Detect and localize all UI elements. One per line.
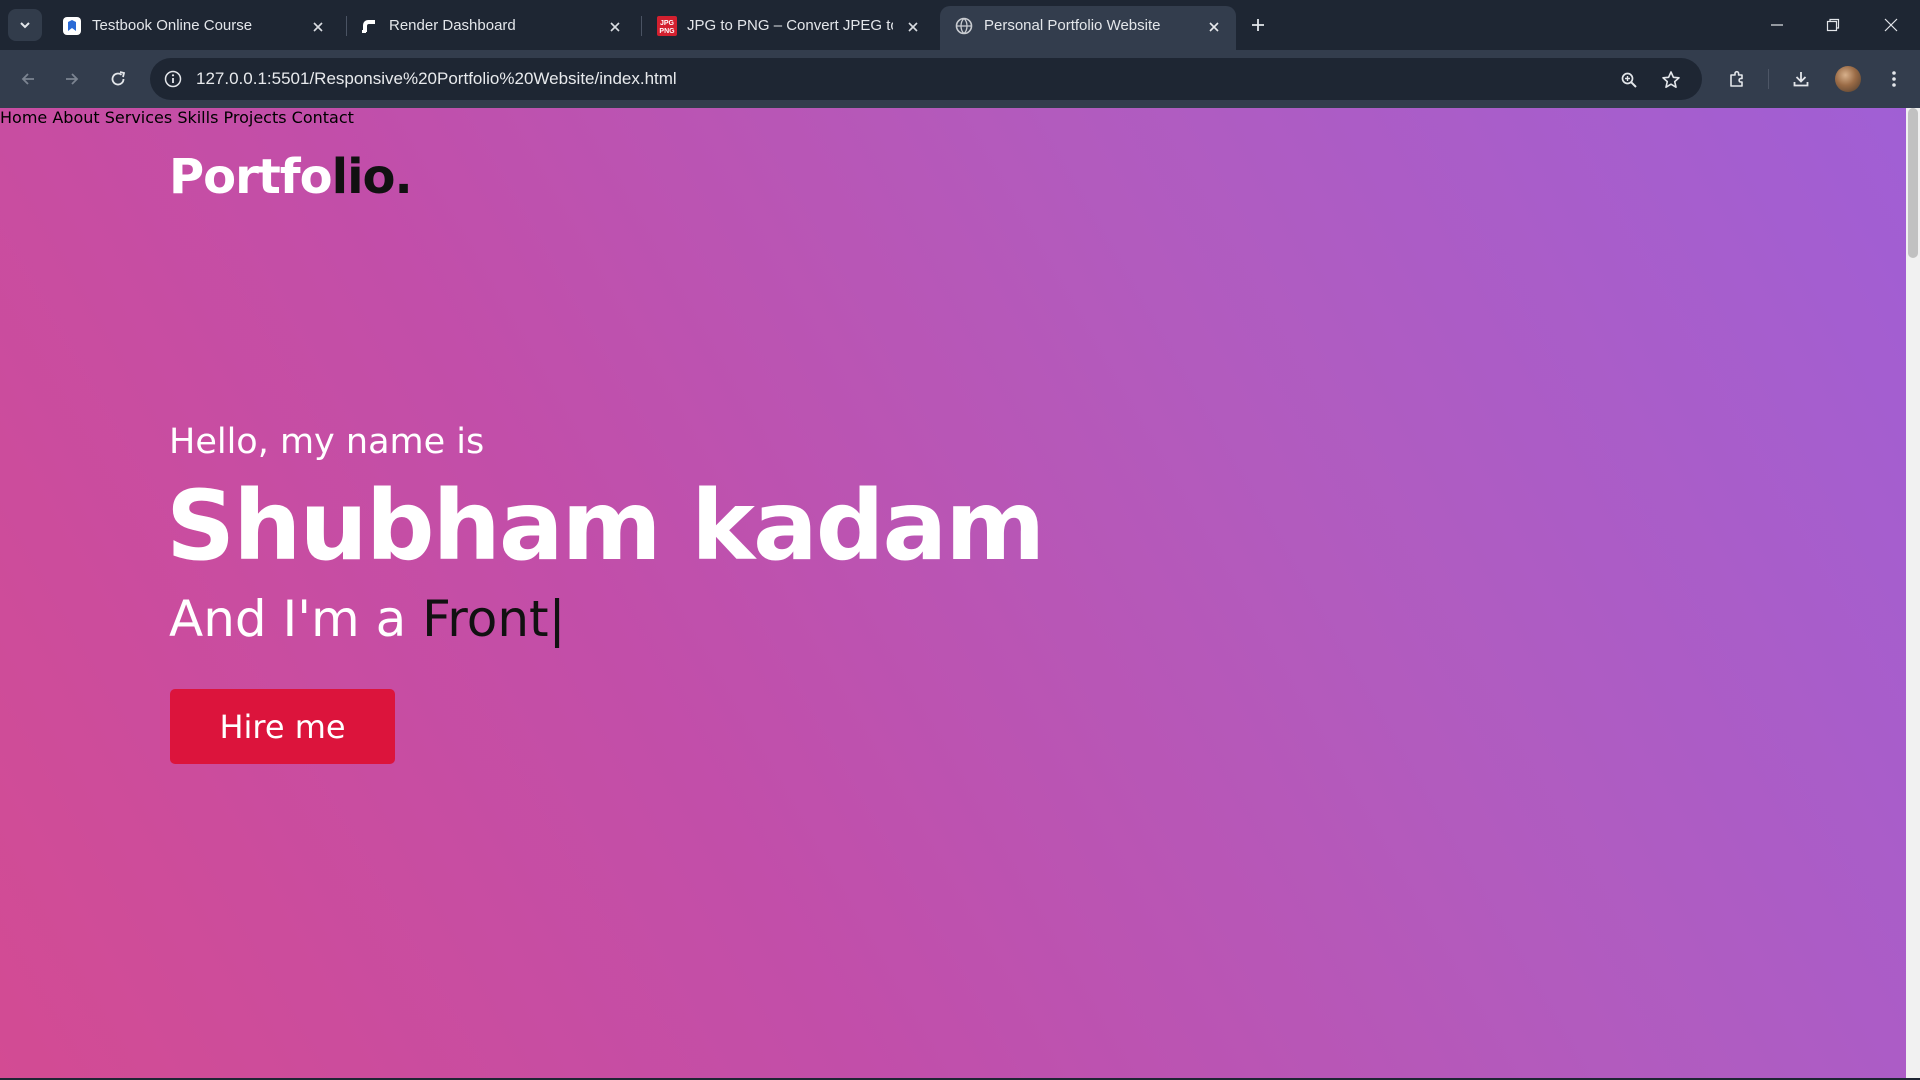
plus-icon (1252, 19, 1264, 31)
close-icon[interactable] (605, 17, 625, 37)
zoom-icon[interactable] (1616, 67, 1642, 93)
puzzle-icon (1730, 70, 1743, 87)
toolbar-divider (1768, 69, 1769, 89)
restore-button[interactable] (1818, 10, 1848, 40)
arrow-left-icon (21, 73, 34, 85)
hero-greeting: Hello, my name is (169, 422, 485, 462)
svg-text:PNG: PNG (659, 28, 675, 35)
reload-icon (111, 71, 126, 86)
back-button[interactable] (13, 64, 43, 94)
main-nav: Home About Services Skills Projects Cont… (0, 108, 1920, 127)
logo-light-text: Portfo (169, 149, 333, 205)
hero-name: Shubham kadam (166, 470, 1045, 582)
downloads-button[interactable] (1786, 64, 1816, 94)
arrow-right-icon (66, 73, 79, 85)
forward-button[interactable] (57, 64, 87, 94)
menu-button[interactable] (1879, 64, 1909, 94)
logo-dark-text: lio. (331, 149, 413, 205)
bookmark-star-icon[interactable] (1658, 67, 1684, 93)
minimize-icon (1771, 24, 1783, 26)
page-viewport: Portfolio. Home About Services Skills Pr… (0, 108, 1920, 1078)
address-bar[interactable]: 127.0.0.1:5501/Responsive%20Portfolio%20… (150, 58, 1702, 100)
tab-render[interactable]: Render Dashboard (345, 6, 637, 50)
hire-me-button[interactable]: Hire me (170, 689, 395, 764)
nav-services[interactable]: Services (105, 108, 172, 127)
site-info-icon[interactable] (162, 68, 184, 90)
browser-toolbar: 127.0.0.1:5501/Responsive%20Portfolio%20… (0, 50, 1920, 108)
role-typed-text: Front (422, 590, 549, 648)
tab-title: JPG to PNG – Convert JPEG to PNG (687, 17, 893, 34)
close-window-button[interactable] (1876, 10, 1906, 40)
tab-search-button[interactable] (8, 9, 42, 41)
extensions-button[interactable] (1722, 64, 1752, 94)
download-icon (1793, 72, 1809, 87)
reload-button[interactable] (103, 64, 133, 94)
globe-icon (954, 16, 974, 36)
url-text: 127.0.0.1:5501/Responsive%20Portfolio%20… (196, 69, 677, 88)
role-prefix: And I'm a (169, 590, 423, 648)
close-icon[interactable] (1204, 17, 1224, 37)
typing-cursor: | (548, 590, 566, 648)
tab-testbook[interactable]: Testbook Online Course (48, 6, 340, 50)
testbook-favicon-icon (62, 16, 82, 36)
tab-title: Personal Portfolio Website (984, 17, 1161, 34)
tab-strip: Testbook Online Course Render Dashboard … (0, 0, 1920, 50)
minimize-button[interactable] (1762, 10, 1792, 40)
tab-title: Render Dashboard (389, 17, 516, 34)
tab-jpg-to-png[interactable]: JPGPNG JPG to PNG – Convert JPEG to PNG (643, 6, 935, 50)
nav-skills[interactable]: Skills (177, 108, 218, 127)
hero-role: And I'm a Front| (169, 590, 565, 648)
close-icon[interactable] (308, 17, 328, 37)
site-logo[interactable]: Portfolio. (169, 149, 413, 205)
tab-title: Testbook Online Course (92, 17, 253, 34)
profile-avatar[interactable] (1835, 66, 1861, 92)
nav-home[interactable]: Home (0, 108, 47, 127)
scrollbar-thumb[interactable] (1908, 108, 1918, 258)
tab-portfolio[interactable]: Personal Portfolio Website (940, 6, 1236, 50)
close-icon (1884, 18, 1898, 32)
new-tab-button[interactable] (1246, 13, 1270, 37)
svg-text:JPG: JPG (660, 20, 675, 27)
nav-projects[interactable]: Projects (224, 108, 287, 127)
more-vertical-icon (1892, 71, 1896, 87)
nav-contact[interactable]: Contact (292, 108, 354, 127)
close-icon[interactable] (903, 17, 923, 37)
chevron-down-icon (20, 22, 30, 29)
tab-divider (641, 16, 642, 36)
restore-icon (1826, 18, 1840, 32)
render-favicon-icon (359, 16, 379, 36)
jpg-png-favicon-icon: JPG PNG (657, 16, 677, 36)
nav-about[interactable]: About (52, 108, 99, 127)
